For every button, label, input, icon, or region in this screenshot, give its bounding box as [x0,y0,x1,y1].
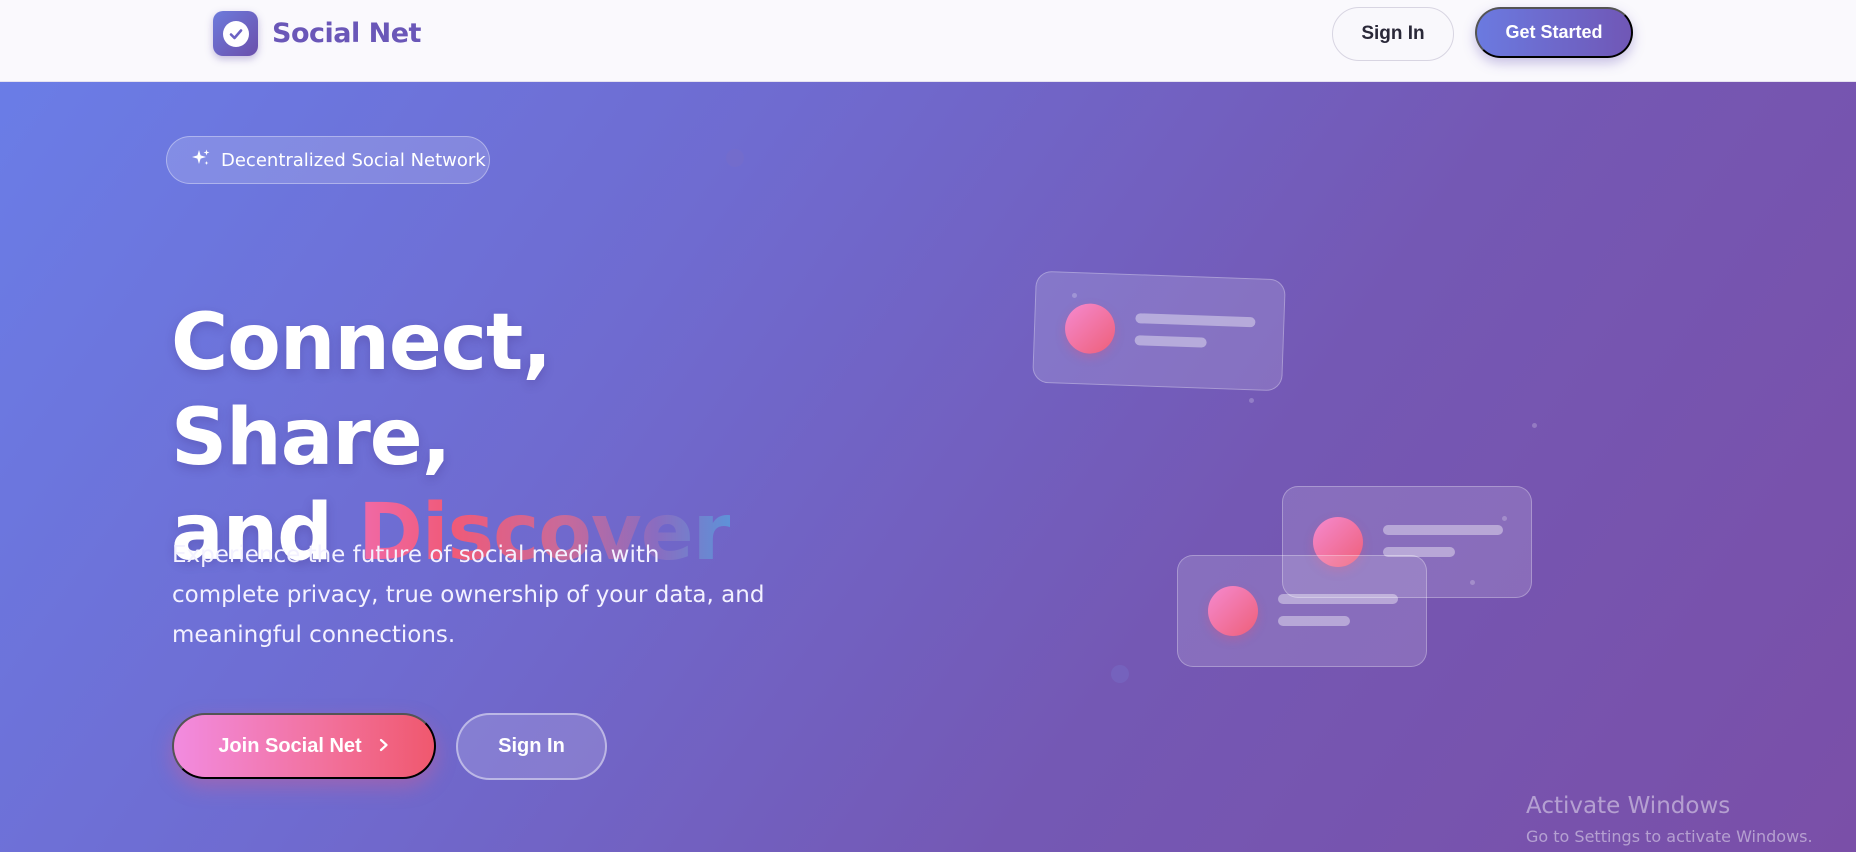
check-circle-icon [222,20,249,47]
hero-sign-in-button[interactable]: Sign In [456,713,607,780]
decorative-dot [1111,665,1129,683]
tag-label: Decentralized Social Network [221,149,486,171]
activate-windows-subtitle: Go to Settings to activate Windows. [1526,827,1813,846]
headline-line-1: Connect, Share, [171,298,552,483]
tag-pill: Decentralized Social Network [166,136,490,184]
top-navbar: Social Net Sign In Get Started [0,0,1856,82]
text-line [1278,616,1350,626]
decorative-dot [1249,398,1254,403]
chevron-right-icon [378,735,390,758]
decorative-dot [726,149,744,167]
text-line [1134,335,1207,348]
hero-subtext: Experience the future of social media wi… [172,542,765,648]
text-line [1135,313,1256,328]
text-line [1278,594,1398,604]
text-line [1383,525,1503,535]
decorative-dot [1502,516,1507,521]
sparkles-icon [191,148,211,173]
avatar [1064,302,1116,355]
post-card [1032,270,1286,392]
nav-sign-in-button[interactable]: Sign In [1332,7,1454,61]
avatar [1208,586,1258,636]
post-card [1177,555,1427,667]
join-button[interactable]: Join Social Net [172,713,436,779]
join-button-label: Join Social Net [218,734,362,757]
brand-name[interactable]: Social Net [272,14,421,54]
get-started-button[interactable]: Get Started [1475,7,1633,58]
decorative-dot [1072,293,1077,298]
decorative-dot [1532,423,1537,428]
activate-windows-title: Activate Windows [1526,793,1731,819]
logo-badge[interactable] [213,11,258,56]
decorative-dot [1470,580,1475,585]
